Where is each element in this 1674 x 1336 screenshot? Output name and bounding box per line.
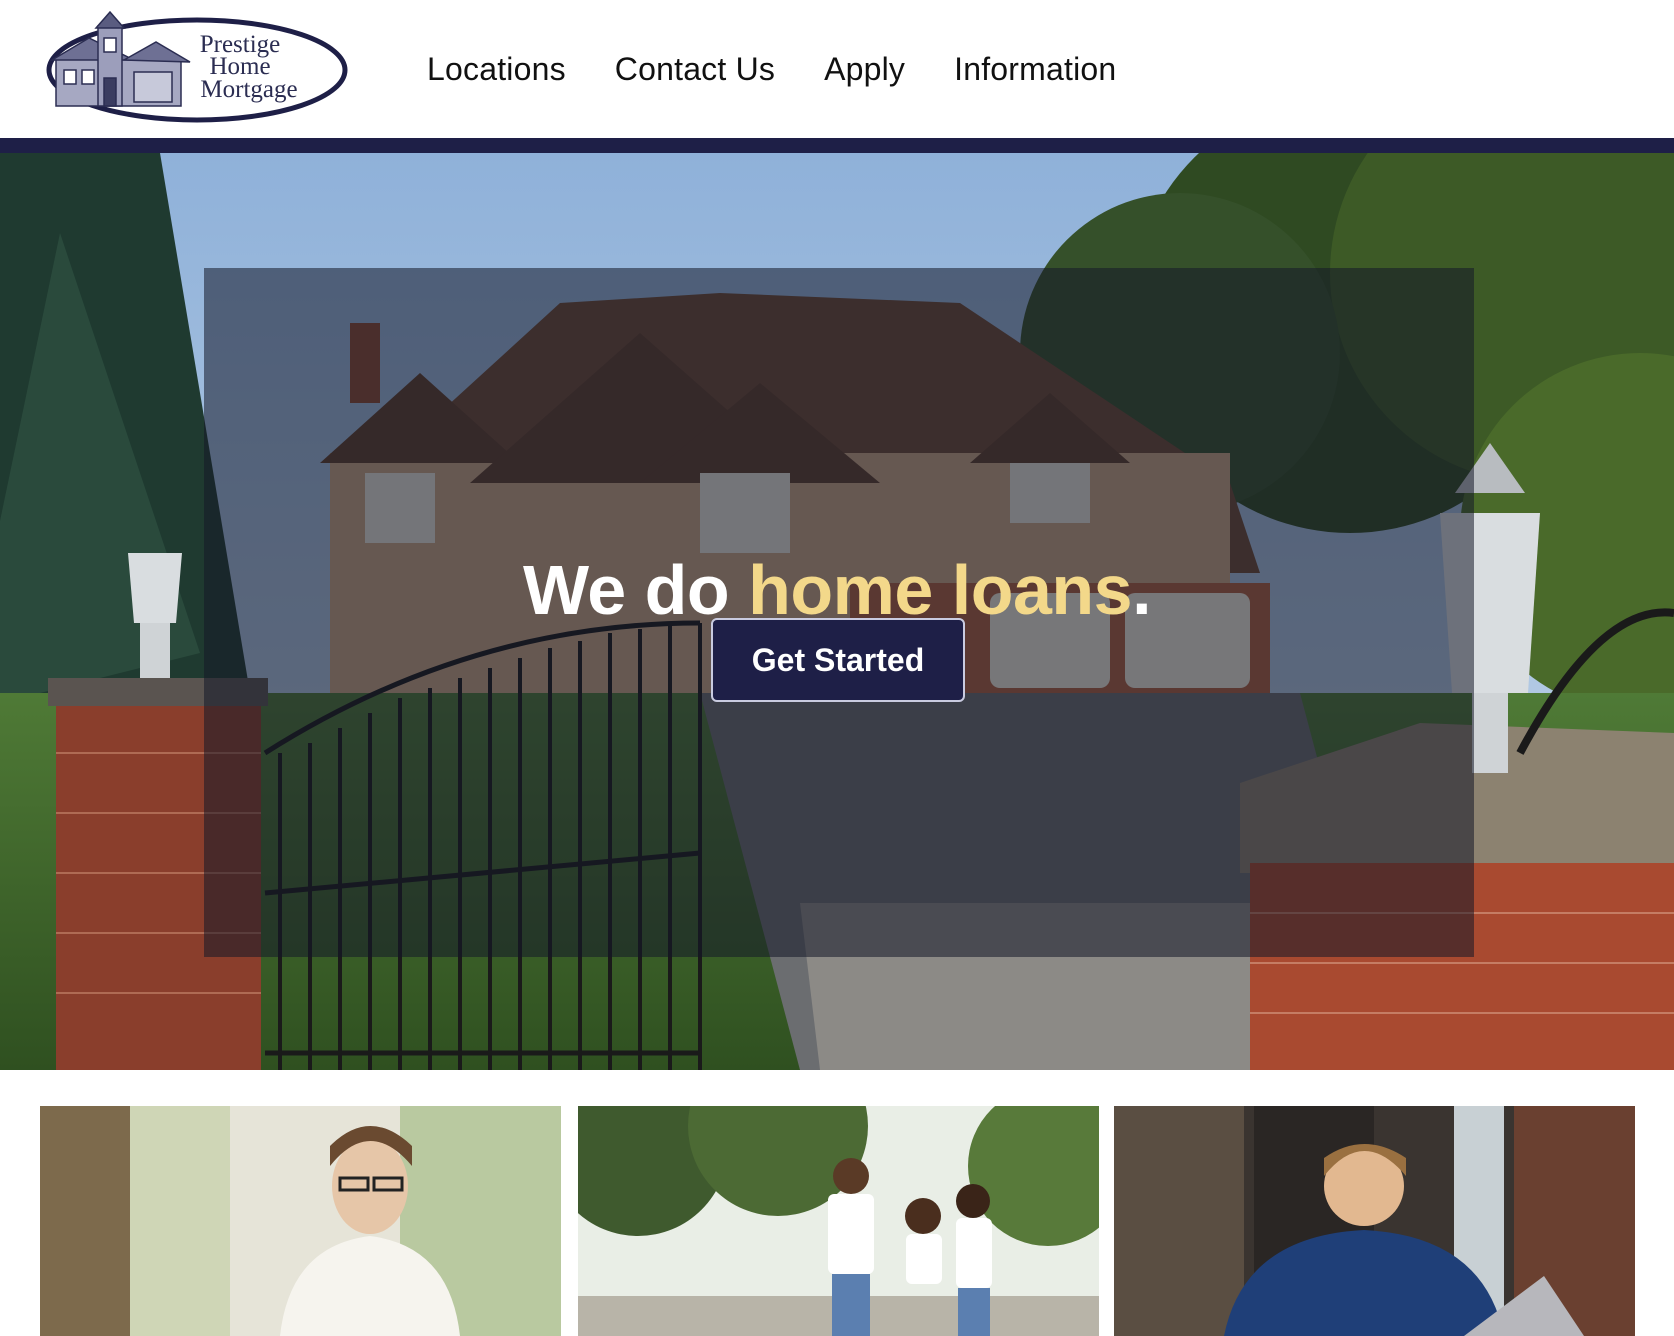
logo-link[interactable]: Prestige Home Mortgage: [44, 8, 350, 126]
header-divider: [0, 138, 1674, 153]
headline-prefix: We do: [522, 550, 749, 629]
card-woman-laptop[interactable]: [40, 1106, 561, 1336]
hero-section: We do home loans. Get Started: [0, 153, 1674, 1070]
nav-locations[interactable]: Locations: [427, 51, 566, 88]
family-bike-ride-photo: [578, 1106, 1099, 1336]
nav-apply[interactable]: Apply: [824, 51, 905, 88]
feature-cards: [0, 1070, 1674, 1336]
headline-suffix: .: [1132, 550, 1152, 629]
main-nav: Locations Contact Us Apply Information: [427, 0, 1165, 138]
man-with-laptop-photo: [1114, 1106, 1635, 1336]
site-header: Prestige Home Mortgage Locations Contact…: [0, 0, 1674, 138]
nav-contact-us[interactable]: Contact Us: [615, 51, 775, 88]
woman-with-laptop-photo: [40, 1106, 561, 1336]
card-man-laptop[interactable]: [1114, 1106, 1635, 1336]
logo-line-3: Mortgage: [200, 76, 297, 103]
house-logo-icon: Prestige Home Mortgage: [46, 10, 348, 123]
card-family-bike[interactable]: [578, 1106, 1099, 1336]
nav-information[interactable]: Information: [954, 51, 1116, 88]
get-started-button[interactable]: Get Started: [711, 618, 965, 702]
